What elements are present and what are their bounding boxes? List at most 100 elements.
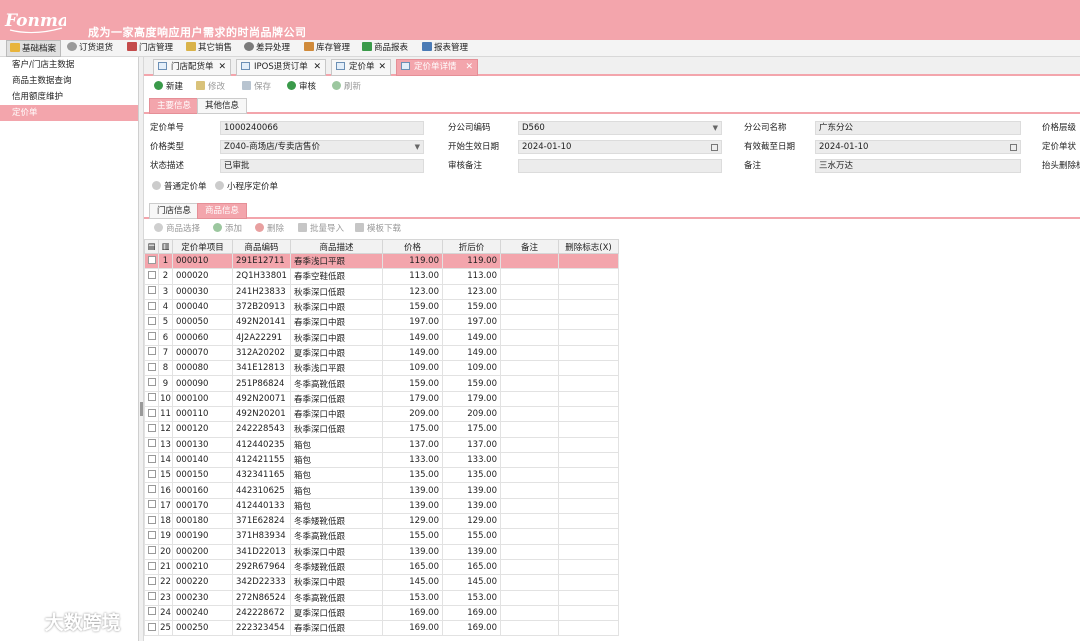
cell-item-no[interactable]: 000110 bbox=[172, 405, 233, 423]
cell-product-desc[interactable]: 冬季高靴低跟 bbox=[290, 589, 383, 606]
cell-product-desc[interactable]: 春季深口中跟 bbox=[290, 314, 383, 331]
table-row[interactable]: 11 000110 492N20201 春季深口中跟 209.00 209.00 bbox=[144, 405, 619, 423]
cell-price[interactable]: 175.00 bbox=[382, 421, 443, 438]
cell-product-desc[interactable]: 春季浅口平跟 bbox=[290, 252, 383, 270]
menu-product-reports[interactable]: 商品报表 bbox=[362, 40, 408, 57]
cell-discount-price[interactable]: 139.00 bbox=[442, 543, 501, 560]
cell-note[interactable] bbox=[500, 513, 559, 530]
row-checkbox[interactable] bbox=[144, 405, 159, 423]
cell-item-no[interactable]: 000070 bbox=[172, 344, 233, 362]
cell-item-no[interactable]: 000060 bbox=[172, 329, 233, 346]
cell-price[interactable]: 139.00 bbox=[382, 482, 443, 499]
branch-code-select[interactable]: D560 ▼ bbox=[518, 121, 722, 135]
cell-price[interactable]: 159.00 bbox=[382, 298, 443, 316]
cell-product-desc[interactable]: 箱包 bbox=[290, 467, 383, 484]
cell-delete-flag[interactable] bbox=[558, 604, 619, 622]
refresh-button[interactable]: 刷新 bbox=[332, 79, 361, 95]
row-checkbox[interactable] bbox=[144, 543, 159, 560]
cell-price[interactable]: 145.00 bbox=[382, 574, 443, 591]
cell-discount-price[interactable]: 169.00 bbox=[442, 604, 501, 622]
cell-note[interactable] bbox=[500, 344, 559, 362]
cell-discount-price[interactable]: 135.00 bbox=[442, 467, 501, 484]
cell-product-desc[interactable]: 秋季深口中跟 bbox=[290, 298, 383, 316]
cell-item-no[interactable]: 000220 bbox=[172, 574, 233, 591]
cell-note[interactable] bbox=[500, 360, 559, 377]
cell-price[interactable]: 119.00 bbox=[382, 252, 443, 270]
tab-ipos-return-order[interactable]: IPOS退货订单 ✕ bbox=[236, 59, 326, 76]
menu-other-sales[interactable]: 其它销售 bbox=[186, 40, 232, 57]
cell-price[interactable]: 135.00 bbox=[382, 467, 443, 484]
cell-discount-price[interactable]: 149.00 bbox=[442, 329, 501, 346]
cell-delete-flag[interactable] bbox=[558, 589, 619, 606]
cell-product-code[interactable]: 242228543 bbox=[232, 421, 291, 438]
cell-note[interactable] bbox=[500, 421, 559, 438]
table-row[interactable]: 21 000210 292R67964 冬季矮靴低跟 165.00 165.00 bbox=[144, 558, 619, 576]
select-all-checkbox[interactable]: ▤ bbox=[144, 239, 159, 254]
cell-discount-price[interactable]: 123.00 bbox=[442, 283, 501, 300]
cell-delete-flag[interactable] bbox=[558, 451, 619, 469]
cell-delete-flag[interactable] bbox=[558, 283, 619, 300]
table-row[interactable]: 5 000050 492N20141 春季深口中跟 197.00 197.00 bbox=[144, 314, 619, 331]
cell-product-desc[interactable]: 冬季高靴低跟 bbox=[290, 375, 383, 392]
cell-note[interactable] bbox=[500, 558, 559, 576]
cell-discount-price[interactable]: 159.00 bbox=[442, 298, 501, 316]
cell-price[interactable]: 165.00 bbox=[382, 558, 443, 576]
table-row[interactable]: 8 000080 341E12813 秋季浅口平跟 109.00 109.00 bbox=[144, 360, 619, 377]
menu-inventory-management[interactable]: 库存管理 bbox=[304, 40, 350, 57]
cell-product-desc[interactable]: 春季空鞋低跟 bbox=[290, 268, 383, 285]
cell-product-code[interactable]: 312A20202 bbox=[232, 344, 291, 362]
close-icon[interactable]: ✕ bbox=[465, 60, 473, 75]
col-header-price[interactable]: 价格 bbox=[382, 239, 443, 254]
cell-note[interactable] bbox=[500, 451, 559, 469]
cell-product-code[interactable]: 4J2A22291 bbox=[232, 329, 291, 346]
menu-difference-handling[interactable]: 差异处理 bbox=[244, 40, 290, 57]
cell-discount-price[interactable]: 197.00 bbox=[442, 314, 501, 331]
cell-product-code[interactable]: 242228672 bbox=[232, 604, 291, 622]
cell-price[interactable]: 159.00 bbox=[382, 375, 443, 392]
cell-item-no[interactable]: 000120 bbox=[172, 421, 233, 438]
cell-delete-flag[interactable] bbox=[558, 436, 619, 453]
cell-product-code[interactable]: 412440235 bbox=[232, 436, 291, 453]
table-row[interactable]: 2 000020 2Q1H33801 春季空鞋低跟 113.00 113.00 bbox=[144, 268, 619, 285]
col-header-product-desc[interactable]: 商品描述 bbox=[290, 239, 383, 254]
cell-discount-price[interactable]: 153.00 bbox=[442, 589, 501, 606]
cell-delete-flag[interactable] bbox=[558, 390, 619, 407]
cell-price[interactable]: 155.00 bbox=[382, 528, 443, 545]
cell-product-desc[interactable]: 秋季浅口平跟 bbox=[290, 360, 383, 377]
col-header-delete-flag[interactable]: 删除标志(X) bbox=[558, 239, 619, 254]
cell-price[interactable]: 179.00 bbox=[382, 390, 443, 407]
cell-delete-flag[interactable] bbox=[558, 375, 619, 392]
cell-item-no[interactable]: 000190 bbox=[172, 528, 233, 545]
tab-other-info[interactable]: 其他信息 bbox=[197, 98, 248, 114]
cell-discount-price[interactable]: 145.00 bbox=[442, 574, 501, 591]
cell-price[interactable]: 139.00 bbox=[382, 543, 443, 560]
cell-note[interactable] bbox=[500, 436, 559, 453]
status-desc-field[interactable]: 已审批 bbox=[220, 159, 424, 173]
cell-item-no[interactable]: 000160 bbox=[172, 482, 233, 499]
cell-product-code[interactable]: 412421155 bbox=[232, 451, 291, 469]
cell-price[interactable]: 139.00 bbox=[382, 497, 443, 515]
cell-price[interactable]: 109.00 bbox=[382, 360, 443, 377]
cell-product-desc[interactable]: 秋季深口中跟 bbox=[290, 543, 383, 560]
cell-item-no[interactable]: 000040 bbox=[172, 298, 233, 316]
col-header-product-code[interactable]: 商品编码 bbox=[232, 239, 291, 254]
cell-delete-flag[interactable] bbox=[558, 314, 619, 331]
cell-product-code[interactable]: 492N20071 bbox=[232, 390, 291, 407]
cell-item-no[interactable]: 000140 bbox=[172, 451, 233, 469]
start-date-field[interactable]: 2024-01-10 bbox=[518, 140, 722, 154]
cell-item-no[interactable]: 000170 bbox=[172, 497, 233, 515]
cell-product-desc[interactable]: 箱包 bbox=[290, 451, 383, 469]
cell-product-code[interactable]: 442310625 bbox=[232, 482, 291, 499]
cell-price[interactable]: 169.00 bbox=[382, 620, 443, 637]
sidebar-item-customer-store-master[interactable]: 客户/门店主数据 bbox=[0, 57, 138, 73]
cell-product-code[interactable]: 492N20141 bbox=[232, 314, 291, 331]
table-row[interactable]: 25 000250 222323454 春季深口低跟 169.00 169.00 bbox=[144, 620, 619, 637]
table-row[interactable]: 7 000070 312A20202 夏季深口中跟 149.00 149.00 bbox=[144, 344, 619, 362]
close-icon[interactable]: ✕ bbox=[313, 60, 321, 75]
radio-mini-program-price-order[interactable]: 小程序定价单 bbox=[215, 181, 278, 193]
cell-discount-price[interactable]: 139.00 bbox=[442, 497, 501, 515]
delete-row-button[interactable]: 删除 bbox=[255, 221, 284, 237]
cell-delete-flag[interactable] bbox=[558, 543, 619, 560]
row-checkbox[interactable] bbox=[144, 436, 159, 453]
cell-item-no[interactable]: 000250 bbox=[172, 620, 233, 637]
